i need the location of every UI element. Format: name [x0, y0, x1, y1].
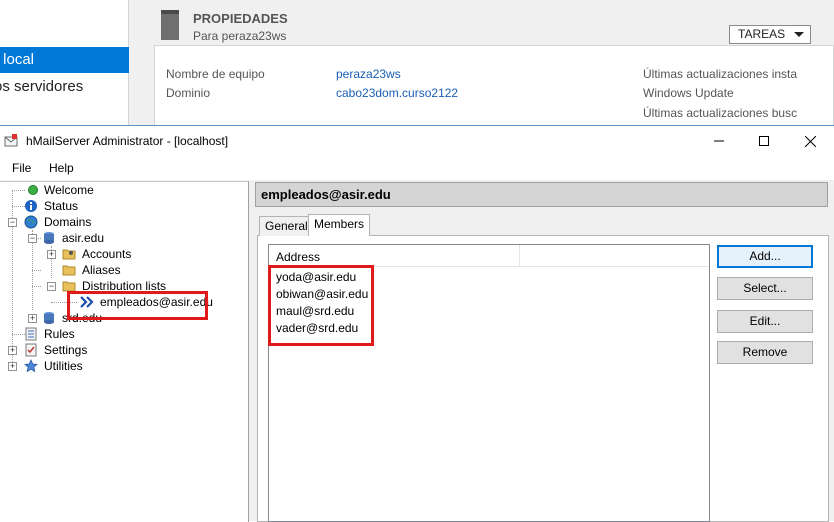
expand-icon[interactable]: +	[28, 314, 37, 323]
tree-item-label: Status	[44, 199, 79, 213]
collapse-icon[interactable]: −	[8, 218, 17, 227]
menu-help[interactable]: Help	[49, 161, 74, 175]
globe-icon	[24, 215, 38, 229]
close-button[interactable]	[787, 126, 833, 156]
nav-item-all-servers[interactable]: os servidores	[0, 78, 89, 95]
info-icon	[25, 200, 37, 212]
tree-guide	[32, 270, 41, 271]
tree-item-label: Settings	[44, 343, 88, 357]
property-label: Últimas actualizaciones insta	[643, 67, 798, 81]
computer-name-link[interactable]: peraza23ws	[336, 67, 401, 81]
nav-item-local-server[interactable]: r local	[0, 47, 129, 73]
add-button[interactable]: Add...	[717, 245, 813, 268]
maximize-button[interactable]	[741, 126, 787, 156]
property-label: Windows Update	[643, 86, 734, 100]
properties-subtitle: Para peraza23ws	[193, 29, 287, 43]
checklist-icon	[25, 343, 37, 357]
folder-icon	[62, 265, 76, 276]
rules-icon	[25, 327, 37, 341]
tasks-dropdown[interactable]: TAREAS	[729, 25, 811, 44]
minimize-button[interactable]	[696, 126, 742, 156]
window-titlebar[interactable]: hMailServer Administrator - [localhost]	[0, 126, 834, 156]
highlight-box-tree-selection	[67, 291, 208, 320]
column-header-address[interactable]: Address	[276, 250, 320, 264]
tree-item-label: Domains	[44, 215, 92, 229]
navigation-tree[interactable]: Welcome Status − Domains − asir.edu + Ac…	[0, 181, 249, 522]
tree-item-label: asir.edu	[62, 231, 105, 245]
property-label: Últimas actualizaciones busc	[643, 106, 798, 120]
maximize-icon	[759, 136, 769, 146]
collapse-icon[interactable]: −	[28, 234, 37, 243]
database-icon	[44, 312, 54, 324]
green-dot-icon	[28, 185, 38, 195]
tree-item-label: Utilities	[44, 359, 83, 373]
column-divider[interactable]	[519, 245, 520, 267]
tree-item-label: Welcome	[44, 183, 94, 197]
expand-icon[interactable]: +	[47, 250, 56, 259]
properties-title: PROPIEDADES	[193, 11, 288, 26]
list-header: Address	[269, 245, 709, 267]
tasks-dropdown-label: TAREAS	[738, 27, 786, 41]
nav-item-local-label: r local	[0, 51, 35, 68]
chevron-down-icon	[794, 32, 804, 37]
tree-guide	[32, 286, 41, 287]
select-button[interactable]: Select...	[717, 277, 813, 300]
remove-button[interactable]: Remove	[717, 341, 813, 364]
window-title: hMailServer Administrator - [localhost]	[26, 134, 229, 148]
server-manager-nav: r local os servidores	[0, 0, 129, 130]
detail-header: empleados@asir.edu	[255, 182, 828, 207]
close-icon	[804, 135, 816, 147]
domain-link[interactable]: cabo23dom.curso2122	[336, 86, 458, 100]
nav-item-all-servers-label: os servidores	[0, 78, 84, 95]
edit-button[interactable]: Edit...	[717, 310, 813, 333]
tree-item-label: Aliases	[82, 263, 121, 277]
tab-members[interactable]: Members	[308, 214, 371, 236]
menu-bar: File Help	[0, 156, 834, 180]
property-label: Nombre de equipo	[166, 67, 265, 81]
server-manager-background: r local os servidores PROPIEDADES Para p…	[0, 0, 834, 130]
hmailserver-app-icon	[4, 134, 18, 147]
highlight-box-members	[268, 265, 374, 346]
collapse-icon[interactable]: −	[47, 282, 56, 291]
tree-guide	[12, 190, 25, 191]
tab-general[interactable]: General	[259, 216, 314, 236]
star-icon	[24, 359, 38, 373]
expand-icon[interactable]: +	[8, 346, 17, 355]
expand-icon[interactable]: +	[8, 362, 17, 371]
property-label: Dominio	[166, 86, 211, 100]
tree-item-label: Rules	[44, 327, 75, 341]
hmailserver-window: hMailServer Administrator - [localhost] …	[0, 125, 834, 522]
database-icon	[44, 232, 54, 244]
minimize-icon	[714, 140, 724, 142]
server-icon	[161, 10, 179, 40]
folder-icon	[62, 249, 76, 260]
detail-header-title: empleados@asir.edu	[261, 187, 391, 202]
properties-panel: Nombre de equipo peraza23ws Dominio cabo…	[154, 45, 834, 130]
menu-file[interactable]: File	[12, 161, 31, 175]
tree-item-label: Accounts	[82, 247, 132, 261]
